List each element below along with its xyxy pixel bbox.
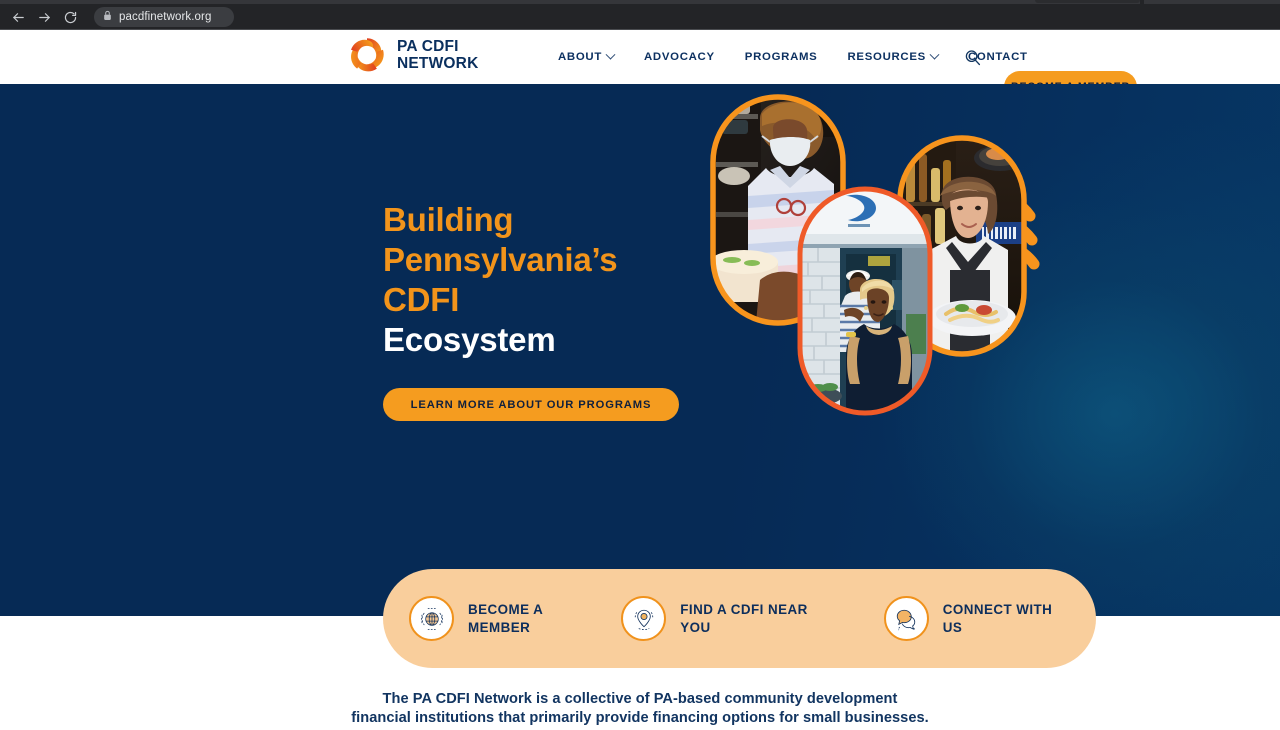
browser-chrome: pacdfinetwork.org — [0, 0, 1280, 30]
cta-become-a-member[interactable]: BECOME A MEMBER — [409, 596, 543, 641]
back-arrow-icon[interactable] — [5, 4, 31, 30]
cta-label-find-a-cdfi: FIND A CDFI NEAR YOU — [680, 601, 808, 635]
nav-item-about[interactable]: ABOUT — [558, 49, 629, 63]
logo-wordmark: PA CDFI NETWORK — [397, 38, 479, 72]
nav-item-programs[interactable]: PROGRAMS — [730, 51, 833, 63]
intro-paragraph: The PA CDFI Network is a collective of P… — [351, 691, 929, 726]
pa-cdfi-swirl-logo-icon — [347, 35, 387, 75]
map-pin-location-icon — [621, 596, 667, 641]
chevron-down-icon — [929, 49, 940, 60]
learn-more-about-our-programs-button[interactable]: LEARN MORE ABOUT OUR PROGRAMS — [383, 388, 679, 421]
lock-icon — [103, 8, 112, 26]
forward-arrow-icon[interactable] — [31, 4, 57, 30]
cta-label-connect-with-us: CONNECT WITH US — [942, 601, 1053, 635]
hero-section: Building Pennsylvania’s CDFI Ecosystem L… — [0, 84, 1280, 616]
address-bar[interactable]: pacdfinetwork.org — [94, 7, 234, 27]
nav-label-programs: PROGRAMS — [744, 51, 818, 63]
search-icon[interactable] — [963, 48, 983, 68]
cta-label-become-a-member: BECOME A MEMBER — [468, 601, 544, 635]
browser-toolbar: pacdfinetwork.org — [0, 4, 1280, 30]
site-header: PA CDFI NETWORK ABOUT ADVOCACY PROGRAMS … — [0, 30, 1280, 103]
cta-find-a-cdfi[interactable]: FIND A CDFI NEAR YOU — [621, 596, 807, 641]
quick-links-bar: BECOME A MEMBER FIND A CDFI NEAR YOU CON… — [383, 569, 1096, 668]
nav-label-about: ABOUT — [558, 51, 602, 63]
nav-label-advocacy: ADVOCACY — [644, 51, 715, 63]
cta-connect-with-us[interactable]: CONNECT WITH US — [883, 596, 1053, 641]
background-tab[interactable] — [1035, 0, 1140, 3]
headline-line-3: CDFI — [383, 281, 460, 318]
site-logo[interactable]: PA CDFI NETWORK — [347, 35, 478, 75]
nav-item-advocacy[interactable]: ADVOCACY — [629, 51, 730, 63]
chevron-down-icon — [605, 49, 616, 60]
collage-photo-storefront — [800, 189, 930, 413]
nav-item-resources[interactable]: RESOURCES — [832, 49, 952, 63]
headline-line-2: Pennsylvania’s — [383, 241, 618, 278]
web-page: PA CDFI NETWORK ABOUT ADVOCACY PROGRAMS … — [0, 30, 1280, 730]
reload-icon[interactable] — [57, 4, 83, 30]
globe-network-icon — [409, 596, 454, 641]
speech-bubbles-icon — [883, 596, 929, 641]
url-text: pacdfinetwork.org — [119, 11, 212, 23]
collage-graphic — [710, 94, 1040, 416]
hero-headline: Building Pennsylvania’s CDFI Ecosystem — [383, 200, 618, 360]
headline-line-4: Ecosystem — [383, 321, 556, 358]
hero-photo-collage — [700, 84, 1060, 454]
nav-label-resources: RESOURCES — [847, 51, 926, 63]
headline-line-1: Building — [383, 201, 514, 238]
